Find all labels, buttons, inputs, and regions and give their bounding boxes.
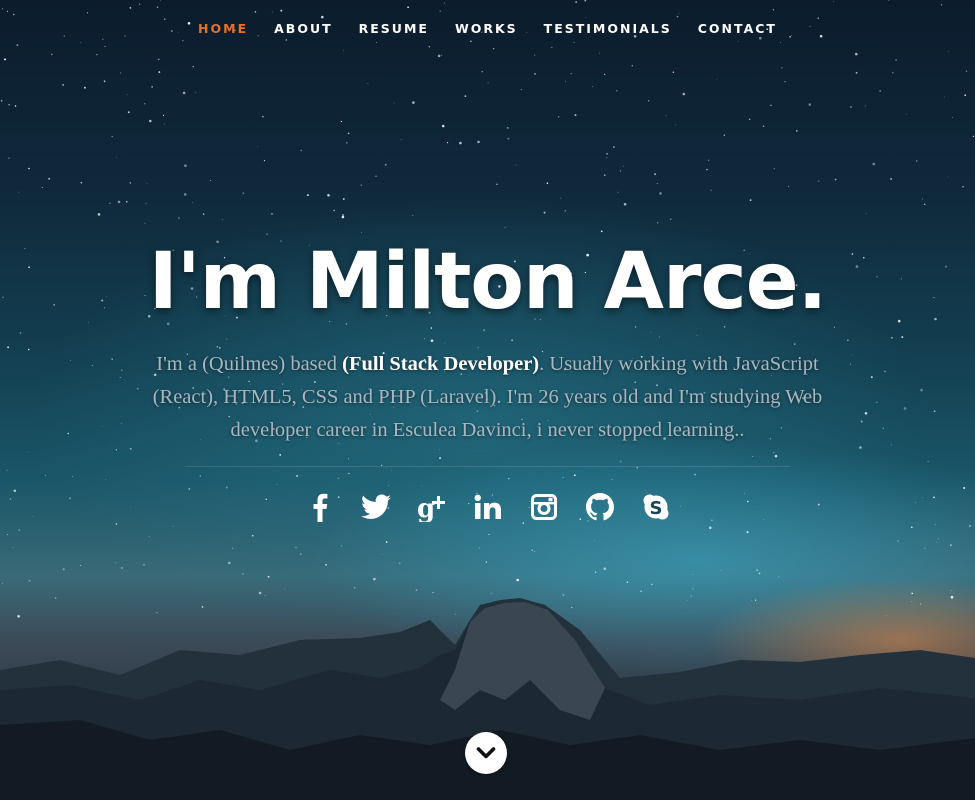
- hero-headline: I'm Milton Arce.: [148, 237, 828, 327]
- nav-item-about[interactable]: ABOUT: [274, 21, 333, 36]
- main-nav: HOME ABOUT RESUME WORKS TESTIMONIALS CON…: [0, 20, 975, 38]
- linkedin-icon: [474, 494, 501, 519]
- linkedin-link[interactable]: [472, 490, 504, 524]
- intro-role-highlight: (Full Stack Developer): [342, 353, 540, 375]
- github-link[interactable]: [584, 490, 616, 524]
- chevron-down-icon: [476, 747, 496, 759]
- facebook-icon: [313, 493, 327, 522]
- svg-text:S: S: [649, 498, 662, 519]
- divider: [185, 466, 790, 467]
- instagram-link[interactable]: [528, 490, 560, 524]
- nav-item-home[interactable]: HOME: [198, 21, 248, 36]
- scroll-down-button[interactable]: [465, 732, 507, 774]
- hero-intro: I'm a (Quilmes) based (Full Stack Develo…: [130, 348, 845, 447]
- twitter-icon: [360, 494, 391, 519]
- google-plus-link[interactable]: g: [416, 490, 448, 524]
- intro-text-start: I'm a (Quilmes) based: [156, 353, 343, 375]
- github-icon: [585, 493, 614, 521]
- nav-item-resume[interactable]: RESUME: [359, 21, 429, 36]
- instagram-icon: [530, 494, 557, 520]
- nav-item-testimonials[interactable]: TESTIMONIALS: [544, 21, 672, 36]
- nav-item-works[interactable]: WORKS: [455, 21, 518, 36]
- twitter-link[interactable]: [360, 490, 392, 524]
- google-plus-icon: g: [417, 494, 445, 522]
- nav-item-contact[interactable]: CONTACT: [698, 21, 777, 36]
- facebook-link[interactable]: [304, 490, 336, 524]
- skype-link[interactable]: S: [640, 490, 672, 524]
- skype-icon: S: [643, 494, 668, 520]
- svg-text:g: g: [417, 494, 435, 522]
- social-links: g S: [0, 490, 975, 524]
